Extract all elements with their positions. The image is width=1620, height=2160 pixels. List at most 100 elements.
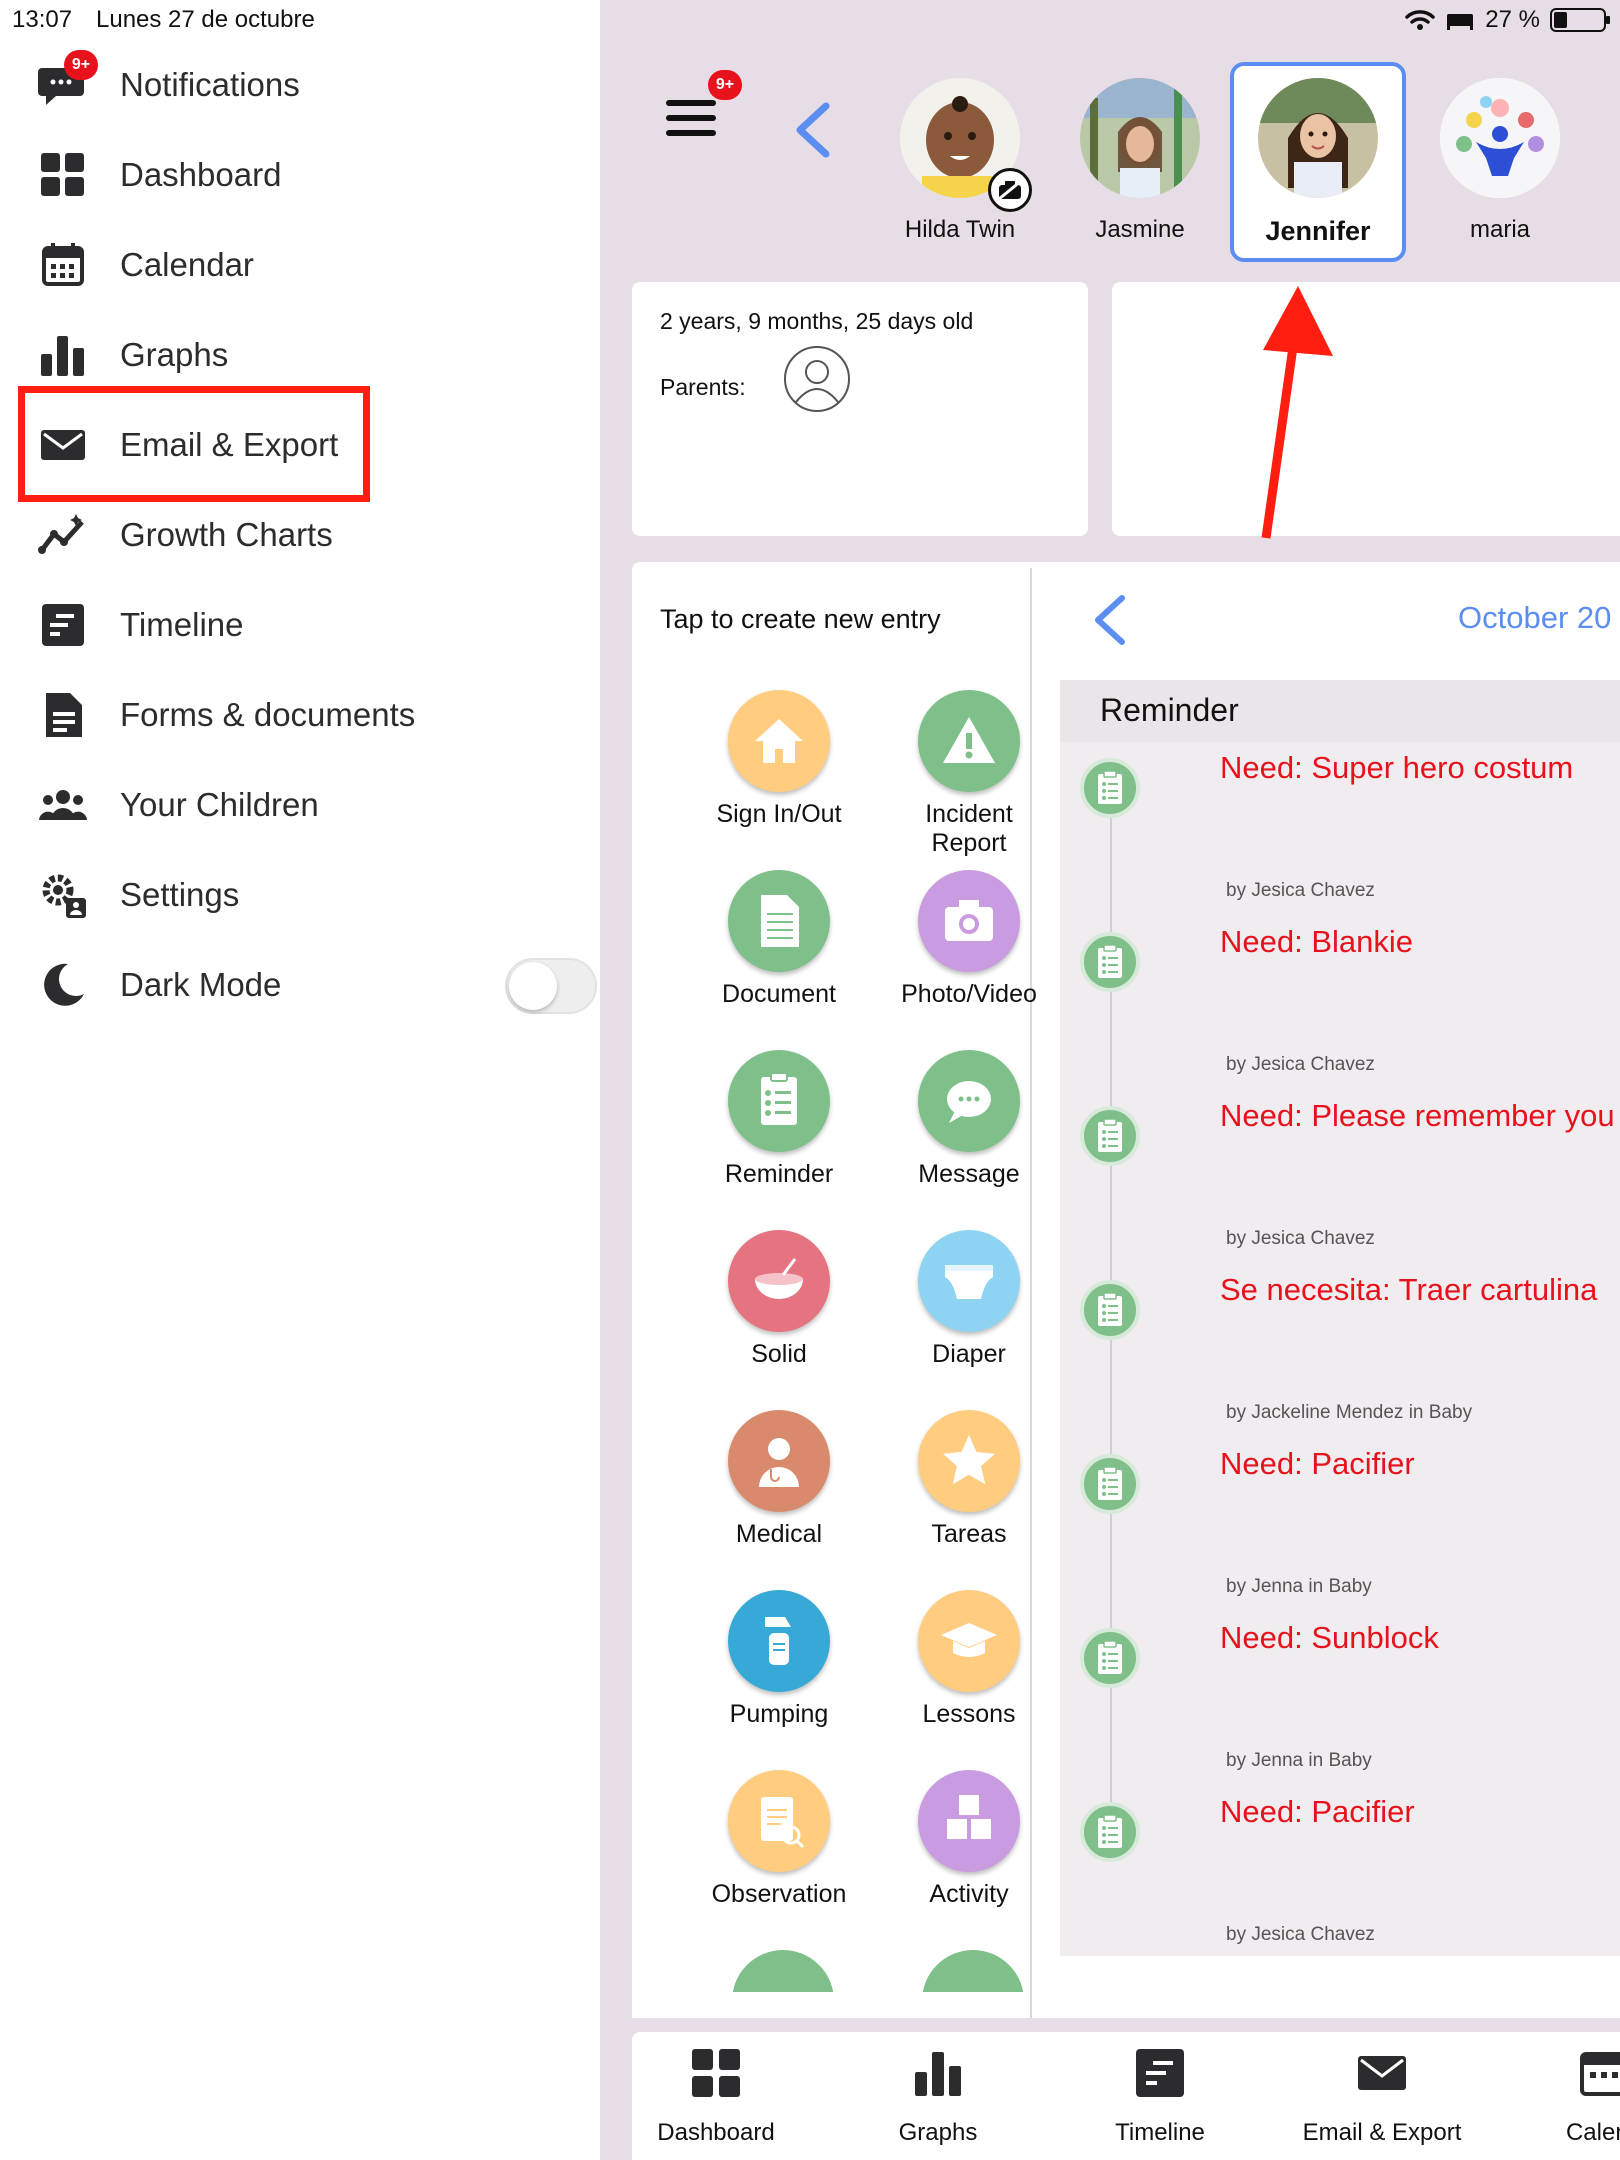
checklist-icon: [1080, 1802, 1140, 1862]
checklist-icon: [1080, 1106, 1140, 1166]
sidebar-item-growth-charts[interactable]: Growth Charts: [0, 490, 600, 580]
entry-incident-report[interactable]: Incident Report: [874, 690, 1064, 858]
sidebar-item-notifications[interactable]: 9+ Notifications: [0, 40, 600, 130]
status-time: 13:07: [12, 6, 73, 33]
tab-email-export[interactable]: Email & Export: [1282, 2046, 1482, 2147]
sidebar-item-label: Dark Mode: [120, 966, 282, 1003]
entry-label: Pumping: [729, 1700, 829, 1728]
main-area: 27 % 9+ Hilda Twin Jasmine Jennifer mari…: [600, 0, 1620, 2160]
timeline-item-author: by Jesica Chavez: [1226, 1228, 1375, 1249]
tab-label: Timeline: [1115, 2119, 1205, 2146]
annotation-arrow: [1261, 286, 1333, 539]
sidebar-item-dashboard[interactable]: Dashboard: [0, 130, 600, 220]
timeline-item-title[interactable]: Need: Pacifier: [1220, 1446, 1415, 1482]
entry-label: Observation: [711, 1880, 847, 1908]
entry-label: Diaper: [932, 1340, 1006, 1368]
diaper-icon: [918, 1230, 1020, 1332]
entry-pumping[interactable]: Pumping: [684, 1590, 874, 1729]
entry-activity[interactable]: Activity: [874, 1770, 1064, 1909]
sidebar-item-your-children[interactable]: Your Children: [0, 760, 600, 850]
timeline-icon: [42, 604, 84, 646]
warning-icon: [918, 690, 1020, 792]
timeline-item-author: by Jesica Chavez: [1226, 1054, 1375, 1075]
entry-message[interactable]: Message: [874, 1050, 1064, 1189]
entry-photo-video[interactable]: Photo/Video: [874, 870, 1064, 1009]
sidebar-item-label: Notifications: [120, 66, 300, 103]
entry-label: Reminder: [724, 1160, 834, 1188]
entry-sign-in-out[interactable]: Sign In/Out: [684, 690, 874, 829]
pump-icon: [728, 1590, 830, 1692]
growth-chart-icon: [38, 514, 84, 554]
checklist-icon: [1080, 1454, 1140, 1514]
month-label[interactable]: October 20: [1458, 600, 1611, 636]
chevron-left-icon[interactable]: [1090, 592, 1130, 648]
document-icon: [46, 693, 82, 737]
entry-tareas[interactable]: Tareas: [874, 1410, 1064, 1549]
sidebar-item-label: Calendar: [120, 246, 254, 283]
entry-label: Photo/Video: [901, 980, 1037, 1008]
star-icon: [918, 1410, 1020, 1512]
entry-lessons[interactable]: Lessons: [874, 1590, 1064, 1729]
sidebar-item-timeline[interactable]: Timeline: [0, 580, 600, 670]
entry-label: Activity: [929, 1880, 1009, 1908]
timeline-item-title[interactable]: Need: Blankie: [1220, 924, 1413, 960]
tab-calendar[interactable]: Calend: [1504, 2046, 1620, 2147]
entries-mask: [632, 1992, 1030, 2018]
timeline-item-title[interactable]: Need: Pacifier: [1220, 1794, 1415, 1830]
entry-observation[interactable]: Observation: [684, 1770, 874, 1909]
tab-label: Graphs: [898, 2119, 978, 2146]
sidebar-item-label: Growth Charts: [120, 516, 333, 553]
bowl-icon: [728, 1230, 830, 1332]
tab-label: Dashboard: [657, 2119, 775, 2146]
gear-person-icon: [42, 874, 86, 918]
timeline-item-author: by Jesica Chavez: [1226, 880, 1375, 901]
dark-mode-toggle[interactable]: [505, 958, 597, 1014]
sidebar-item-label: Graphs: [120, 336, 229, 373]
blocks-icon: [918, 1770, 1020, 1872]
entry-label: Document: [722, 980, 836, 1008]
speech-bubble-icon: [918, 1050, 1020, 1152]
checklist-icon: [1080, 1280, 1140, 1340]
timeline-item-title[interactable]: Need: Sunblock: [1220, 1620, 1439, 1656]
notifications-badge: 9+: [64, 50, 98, 80]
entry-reminder[interactable]: Reminder: [684, 1050, 874, 1189]
tab-dashboard[interactable]: Dashboard: [616, 2046, 816, 2147]
entry-label: Incident Report: [925, 800, 1013, 857]
timeline-item-author: by Jackeline Mendez in Baby: [1226, 1402, 1473, 1423]
calendar-icon: [42, 243, 84, 286]
checklist-icon: [728, 1050, 830, 1152]
entry-circle: [732, 1950, 834, 1992]
entries-overflow-row: [632, 1940, 1030, 1992]
tab-label: Email & Export: [1302, 2119, 1462, 2146]
status-date: Lunes 27 de octubre: [96, 6, 315, 33]
entry-solid[interactable]: Solid: [684, 1230, 874, 1369]
timeline-icon: [1136, 2049, 1184, 2097]
sidebar-item-label: Settings: [120, 876, 240, 913]
entry-label: Medical: [735, 1520, 823, 1548]
entries-title: Tap to create new entry: [660, 604, 941, 634]
timeline-item-title[interactable]: Need: Please remember you: [1220, 1098, 1615, 1134]
clipboard-search-icon: [728, 1770, 830, 1872]
entry-diaper[interactable]: Diaper: [874, 1230, 1064, 1369]
entry-label: Lessons: [922, 1700, 1016, 1728]
bar-chart-icon: [41, 336, 84, 376]
tab-label: Calend: [1565, 2119, 1620, 2146]
entry-label: Sign In/Out: [716, 800, 842, 828]
sidebar-item-settings[interactable]: Settings: [0, 850, 600, 940]
timeline-item-title[interactable]: Se necesita: Traer cartulina: [1220, 1272, 1597, 1308]
tab-graphs[interactable]: Graphs: [838, 2046, 1038, 2147]
camera-icon: [918, 870, 1020, 972]
entry-circle: [922, 1950, 1024, 1992]
bar-chart-icon: [915, 2052, 961, 2096]
doctor-icon: [728, 1410, 830, 1512]
timeline-item-author: by Jenna in Baby: [1226, 1750, 1372, 1771]
sidebar-item-forms-documents[interactable]: Forms & documents: [0, 670, 600, 760]
tab-timeline[interactable]: Timeline: [1060, 2046, 1260, 2147]
sidebar-item-calendar[interactable]: Calendar: [0, 220, 600, 310]
entry-medical[interactable]: Medical: [684, 1410, 874, 1549]
entry-document[interactable]: Document: [684, 870, 874, 1009]
timeline-item-title[interactable]: Need: Super hero costum: [1220, 750, 1573, 786]
checklist-icon: [1080, 758, 1140, 818]
graduation-cap-icon: [918, 1590, 1020, 1692]
group-icon: [39, 790, 87, 820]
